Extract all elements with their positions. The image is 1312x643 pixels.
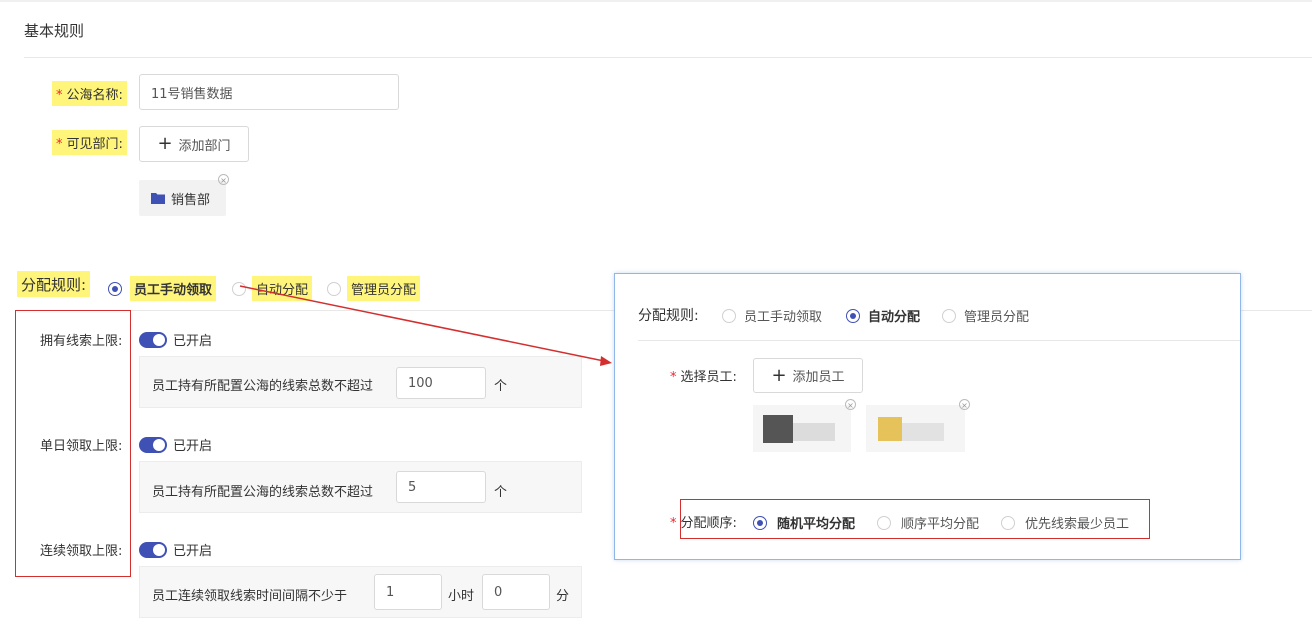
popup-option-admin[interactable]: 管理员分配	[942, 306, 1029, 325]
popup-option-manual[interactable]: 员工手动领取	[722, 306, 822, 325]
popup-radio-manual[interactable]	[722, 308, 736, 323]
staff-name-redacted	[793, 423, 835, 441]
popup-option-auto[interactable]: 自动分配	[846, 306, 920, 325]
order-radio-sequential[interactable]	[877, 515, 891, 530]
staff-1-close-icon[interactable]: ×	[845, 399, 856, 410]
popup-divider	[638, 340, 1240, 341]
popup-radio-auto[interactable]	[846, 308, 860, 323]
avatar	[878, 417, 902, 441]
order-option-sequential[interactable]: 顺序平均分配	[877, 513, 979, 532]
staff-card-2	[866, 405, 965, 452]
staff-name-redacted	[902, 423, 944, 441]
order-option-random[interactable]: 随机平均分配	[753, 513, 855, 532]
popup-select-staff-label: * 选择员工:	[670, 370, 737, 385]
staff-2-close-icon[interactable]: ×	[959, 399, 970, 410]
popup-order-label: * 分配顺序:	[670, 516, 737, 531]
popup-rule-label: 分配规则:	[638, 308, 699, 324]
order-radio-fewest[interactable]	[1001, 515, 1015, 530]
order-option-fewest[interactable]: 优先线索最少员工	[1001, 513, 1129, 532]
avatar	[763, 415, 793, 443]
add-staff-button[interactable]: + 添加员工	[753, 358, 863, 393]
staff-card-1	[753, 405, 851, 452]
popup-radio-admin[interactable]	[942, 308, 956, 323]
order-radio-random[interactable]	[753, 515, 767, 530]
plus-icon: +	[771, 364, 787, 386]
